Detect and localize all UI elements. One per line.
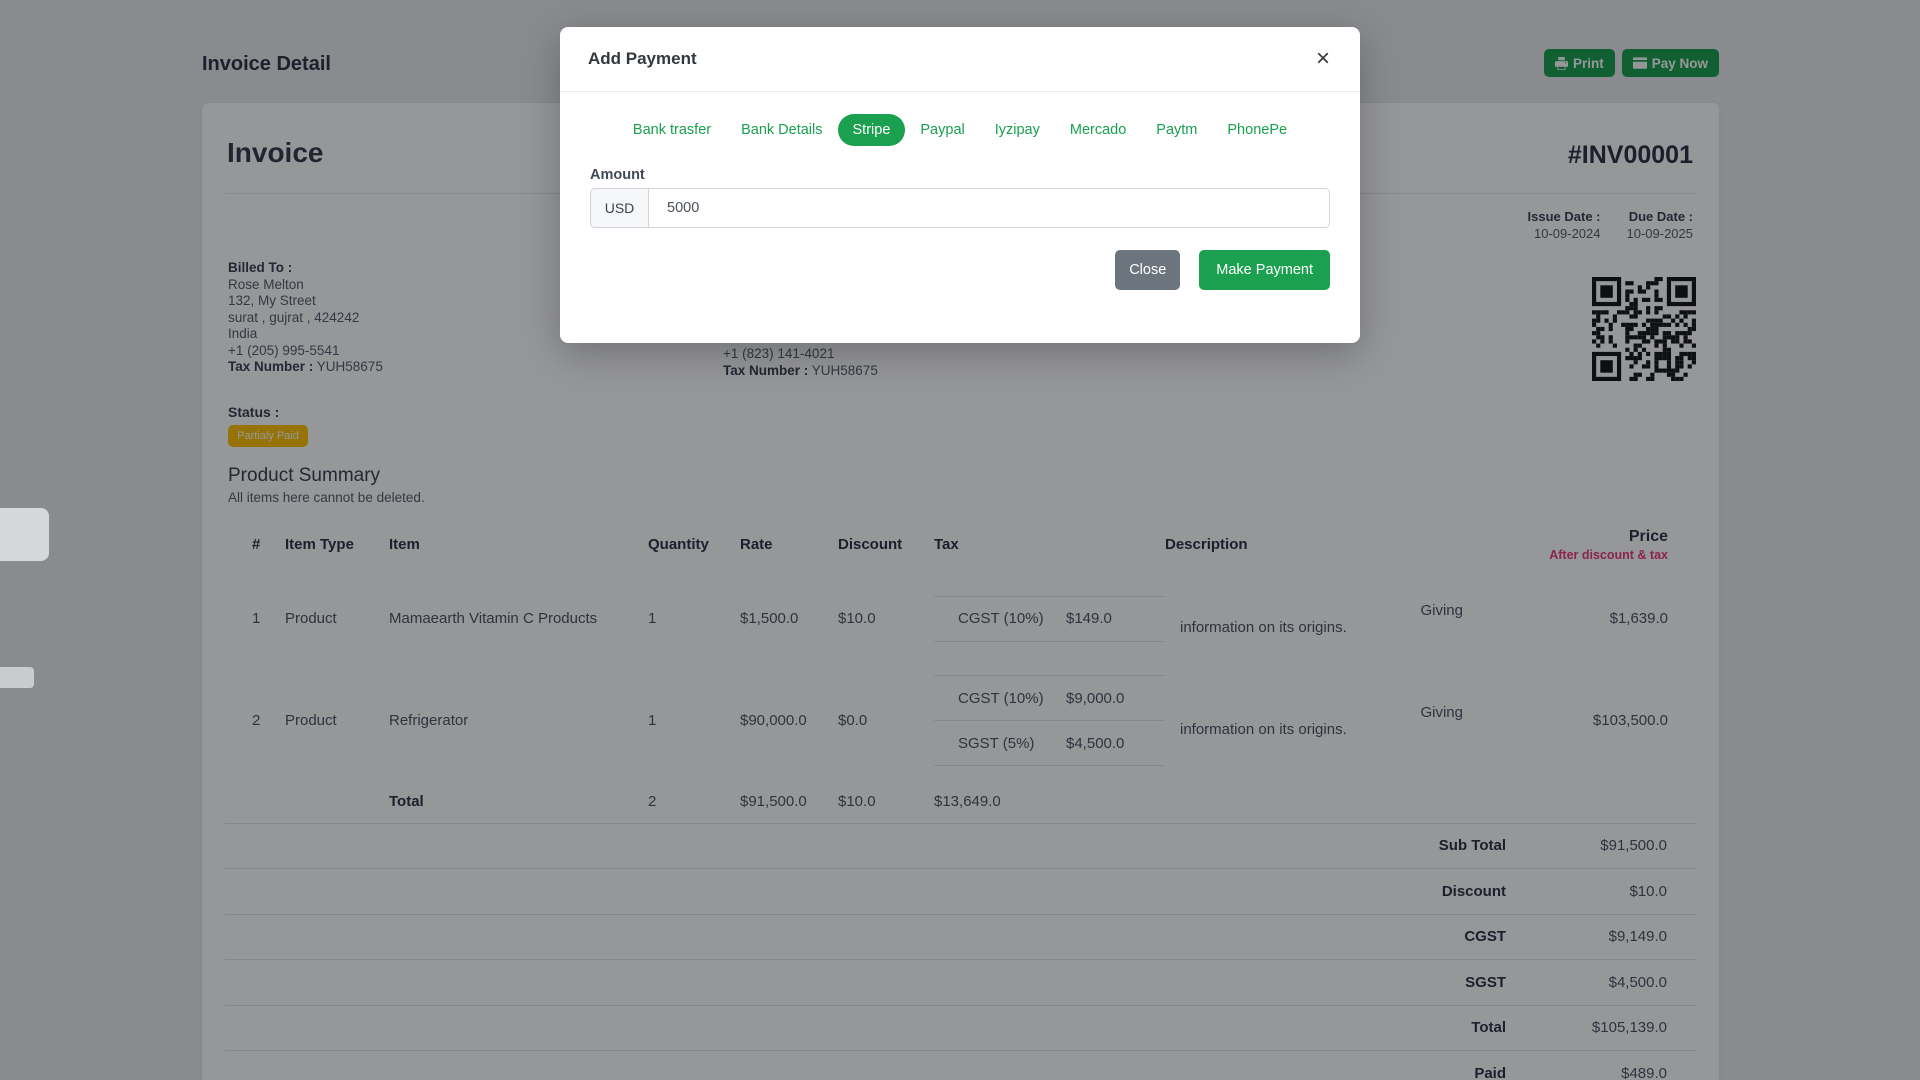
amount-input[interactable] (649, 189, 1329, 227)
add-payment-modal: Add Payment × Bank trasfer Bank Details … (560, 27, 1360, 343)
modal-header: Add Payment × (560, 27, 1360, 92)
tab-stripe[interactable]: Stripe (837, 114, 906, 146)
modal-title: Add Payment (588, 49, 697, 68)
payment-method-tabs: Bank trasfer Bank Details Stripe Paypal … (560, 114, 1360, 146)
left-edge-artifact (0, 508, 49, 561)
tab-iyzipay[interactable]: Iyzipay (980, 114, 1055, 146)
left-edge-artifact (0, 667, 34, 688)
tab-mercado[interactable]: Mercado (1055, 114, 1141, 146)
amount-label: Amount (590, 167, 645, 183)
amount-input-group: USD (590, 188, 1330, 228)
close-button[interactable]: Close (1115, 250, 1181, 290)
close-icon[interactable]: × (1314, 47, 1332, 71)
tab-paypal[interactable]: Paypal (905, 114, 979, 146)
tab-paytm[interactable]: Paytm (1141, 114, 1212, 146)
currency-addon: USD (591, 189, 649, 227)
tab-bank-transfer[interactable]: Bank trasfer (618, 114, 726, 146)
make-payment-button[interactable]: Make Payment (1199, 250, 1330, 290)
screen: Invoice Detail Print Pay Now Invoice #IN… (0, 0, 1920, 1080)
modal-buttons: Close Make Payment (1115, 250, 1330, 290)
tab-phonepe[interactable]: PhonePe (1212, 114, 1302, 146)
tab-bank-details[interactable]: Bank Details (726, 114, 837, 146)
